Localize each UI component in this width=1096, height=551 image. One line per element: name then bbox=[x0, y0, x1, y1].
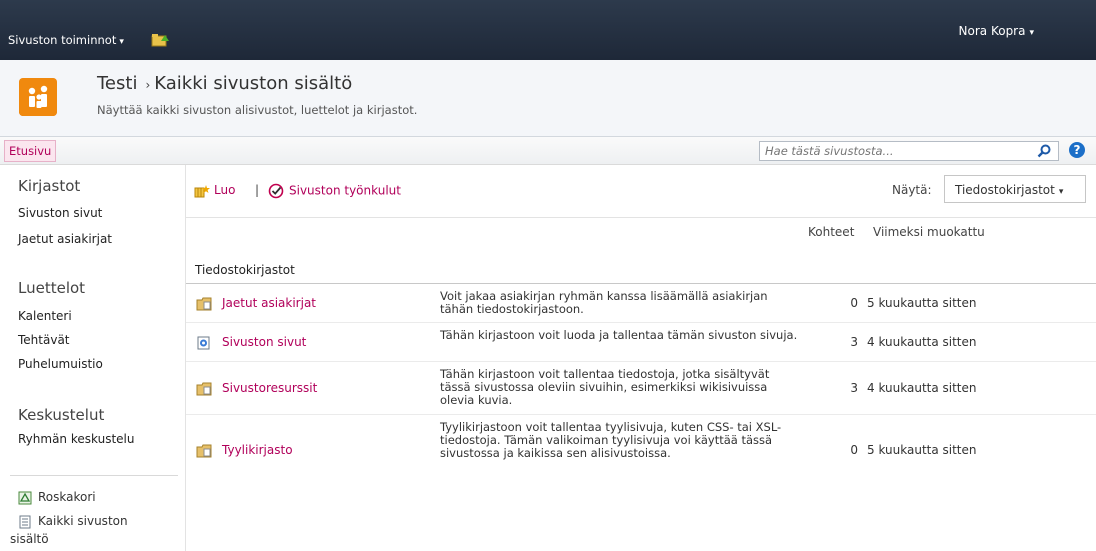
navigate-up-icon[interactable] bbox=[150, 32, 170, 47]
quick-launch-item-phone-log[interactable]: Puhelumuistio bbox=[18, 357, 103, 371]
page-description: Näyttää kaikki sivuston alisivustot, lue… bbox=[97, 103, 418, 117]
table-row: Sivuston sivut Tähän kirjastoon voit luo… bbox=[186, 323, 1096, 362]
quick-launch: Kirjastot Sivuston sivut Jaetut asiakirj… bbox=[0, 165, 186, 551]
library-name: Tyylikirjasto bbox=[222, 443, 293, 457]
wiki-page-icon bbox=[197, 336, 210, 349]
library-link[interactable]: Tyylikirjasto bbox=[196, 443, 293, 458]
chevron-down-icon: ▾ bbox=[1058, 187, 1064, 197]
toolbar-separator: | bbox=[255, 183, 260, 197]
item-count: 3 bbox=[850, 335, 858, 349]
breadcrumb: Testi › Kaikki sivuston sisältö bbox=[97, 73, 352, 94]
library-description: Tyylikirjastoon voit tallentaa tyylisivu… bbox=[440, 420, 782, 460]
quick-launch-heading-lists[interactable]: Luettelot bbox=[18, 279, 85, 297]
title-area: Testi › Kaikki sivuston sisältö Näyttää ka… bbox=[0, 60, 1096, 137]
page-title: Kaikki sivuston sisältö bbox=[154, 73, 353, 94]
breadcrumb-site-link[interactable]: Testi bbox=[97, 73, 137, 94]
workflow-icon bbox=[268, 183, 284, 199]
search-box bbox=[759, 141, 1059, 161]
user-name: Nora Kopra bbox=[958, 24, 1026, 38]
column-header-items[interactable]: Kohteet bbox=[808, 225, 854, 239]
folder-icon bbox=[196, 444, 212, 457]
chevron-down-icon: ▾ bbox=[119, 37, 124, 47]
library-description: Tähän kirjastoon voit luoda ja tallentaa… bbox=[440, 328, 798, 342]
content-toolbar: Luo | Sivuston työnkulut Näytä: Tiedosto… bbox=[186, 165, 1096, 218]
recycle-bin-icon bbox=[18, 491, 32, 504]
item-count: 0 bbox=[850, 296, 858, 310]
quick-launch-heading-discussions[interactable]: Keskustelut bbox=[18, 406, 104, 424]
document-icon bbox=[19, 515, 31, 528]
quick-launch-divider bbox=[10, 475, 178, 476]
folder-icon bbox=[196, 382, 212, 395]
create-button[interactable]: Luo bbox=[194, 183, 235, 198]
last-modified: 4 kuukautta sitten bbox=[867, 335, 977, 349]
last-modified: 5 kuukautta sitten bbox=[867, 296, 977, 310]
help-icon[interactable]: ? bbox=[1069, 142, 1085, 158]
library-link[interactable]: Sivustoresurssit bbox=[196, 381, 317, 396]
recycle-bin-link[interactable]: Roskakori bbox=[18, 490, 96, 505]
item-count: 0 bbox=[850, 443, 858, 457]
quick-launch-heading-libraries[interactable]: Kirjastot bbox=[18, 177, 80, 195]
view-selector-value: Tiedostokirjastot bbox=[955, 183, 1055, 197]
library-name: Sivustoresurssit bbox=[222, 381, 318, 395]
chevron-down-icon: ▾ bbox=[1029, 28, 1034, 38]
table-row: Sivustoresurssit Tähän kirjastoon voit t… bbox=[186, 362, 1096, 415]
create-label: Luo bbox=[214, 183, 236, 197]
top-navigation: Etusivu ? bbox=[0, 137, 1096, 165]
site-workflows-label: Sivuston työnkulut bbox=[289, 183, 401, 198]
site-actions-menu[interactable]: Sivuston toiminnot ▾ bbox=[8, 33, 124, 47]
all-site-content-label-line2[interactable]: sisältö bbox=[10, 532, 49, 546]
breadcrumb-separator: › bbox=[145, 78, 151, 92]
item-count: 3 bbox=[850, 381, 858, 395]
all-site-content-label: Kaikki sivuston bbox=[38, 514, 128, 528]
quick-launch-item-team-discussion[interactable]: Ryhmän keskustelu bbox=[18, 432, 134, 446]
ribbon-bar: Sivuston toiminnot ▾ Nora Kopra ▾ bbox=[0, 0, 1096, 60]
site-logo-icon[interactable] bbox=[19, 78, 57, 116]
quick-launch-item-tasks[interactable]: Tehtävät bbox=[18, 333, 70, 347]
recycle-bin-label: Roskakori bbox=[38, 490, 96, 504]
library-description: Tähän kirjastoon voit tallentaa tiedosto… bbox=[440, 367, 770, 407]
view-label: Näytä: bbox=[892, 183, 932, 197]
group-header: Tiedostokirjastot bbox=[195, 263, 295, 277]
library-link[interactable]: Jaetut asiakirjat bbox=[196, 296, 316, 311]
table-row: Tyylikirjasto Tyylikirjastoon voit talle… bbox=[186, 415, 1096, 485]
library-link[interactable]: Sivuston sivut bbox=[196, 335, 306, 350]
column-header-modified[interactable]: Viimeksi muokattu bbox=[873, 225, 985, 239]
quick-launch-item-site-pages[interactable]: Sivuston sivut bbox=[18, 206, 102, 220]
tab-home[interactable]: Etusivu bbox=[4, 140, 57, 162]
site-workflows-button[interactable]: Sivuston työnkulut bbox=[268, 183, 401, 199]
table-row: Jaetut asiakirjat Voit jakaa asiakirjan … bbox=[186, 284, 1096, 323]
last-modified: 4 kuukautta sitten bbox=[867, 381, 977, 395]
create-icon bbox=[194, 184, 210, 197]
search-icon[interactable] bbox=[1036, 143, 1052, 159]
library-name: Jaetut asiakirjat bbox=[222, 296, 317, 310]
view-selector[interactable]: Tiedostokirjastot ▾ bbox=[944, 175, 1086, 203]
site-actions-label: Sivuston toiminnot bbox=[8, 33, 117, 47]
library-description: Voit jakaa asiakirjan ryhmän kanssa lisä… bbox=[440, 289, 768, 316]
all-site-content-link[interactable]: Kaikki sivuston bbox=[18, 514, 128, 529]
search-input[interactable] bbox=[760, 142, 1020, 160]
quick-launch-item-shared-documents[interactable]: Jaetut asiakirjat bbox=[18, 232, 112, 246]
folder-icon bbox=[196, 297, 212, 310]
library-name: Sivuston sivut bbox=[222, 335, 307, 349]
user-menu[interactable]: Nora Kopra ▾ bbox=[959, 24, 1034, 38]
quick-launch-item-calendar[interactable]: Kalenteri bbox=[18, 309, 72, 323]
last-modified: 5 kuukautta sitten bbox=[867, 443, 977, 457]
